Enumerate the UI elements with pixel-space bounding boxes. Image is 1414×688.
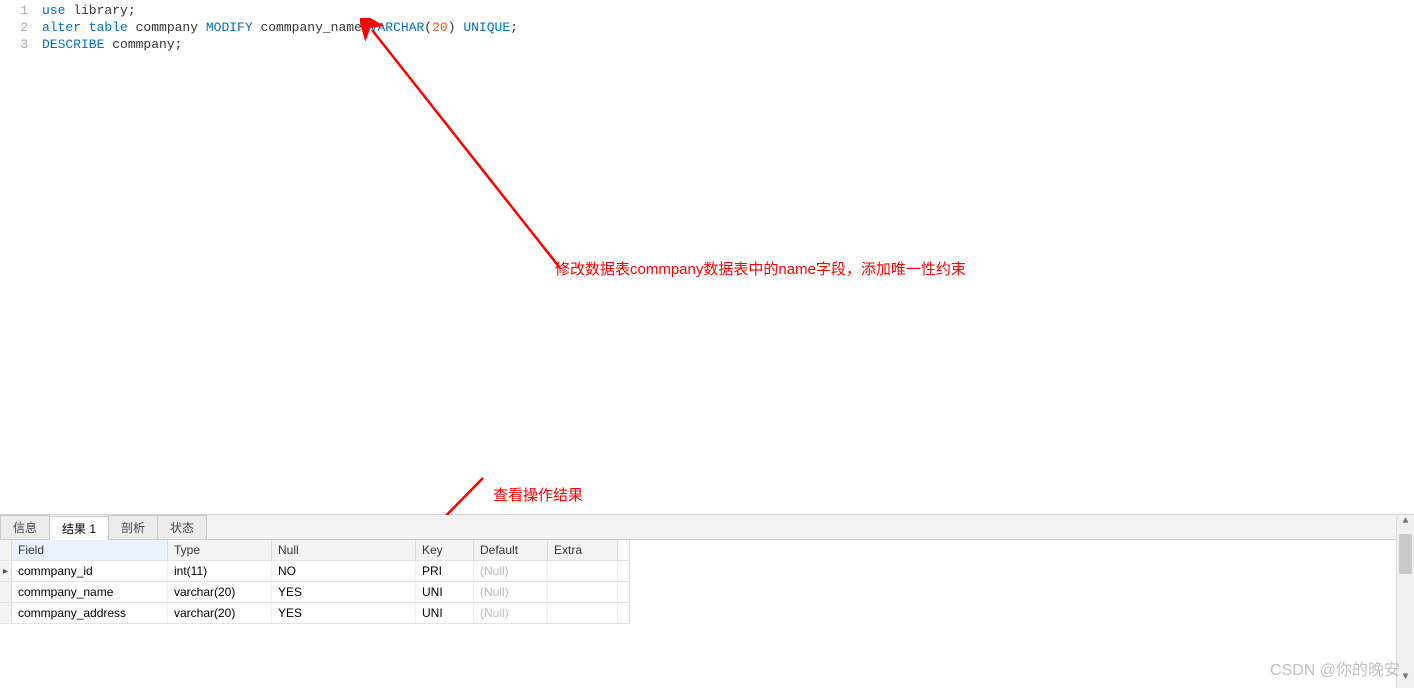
cell-default[interactable]: (Null) (474, 561, 548, 581)
col-header-default[interactable]: Default (474, 540, 548, 560)
cell-field[interactable]: commpany_id (12, 561, 168, 581)
cell-field[interactable]: commpany_name (12, 582, 168, 602)
cell-extra[interactable] (548, 582, 618, 602)
cell-null[interactable]: NO (272, 561, 416, 581)
code-line[interactable]: DESCRIBE commpany; (42, 36, 1414, 53)
col-header-extra[interactable]: Extra (548, 540, 618, 560)
scroll-thumb[interactable] (1399, 534, 1412, 574)
results-tab[interactable]: 状态 (157, 515, 207, 539)
line-number: 2 (0, 19, 28, 36)
cell-key[interactable]: UNI (416, 603, 474, 623)
annotation-text-2: 查看操作结果 (493, 484, 583, 505)
cell-field[interactable]: commpany_address (12, 603, 168, 623)
line-gutter: 123 (0, 2, 42, 53)
cell-extra[interactable] (548, 561, 618, 581)
col-header-field[interactable]: Field (12, 540, 168, 560)
row-handle[interactable]: ▸ (0, 561, 12, 581)
results-tab[interactable]: 结果 1 (49, 516, 109, 540)
col-header-null[interactable]: Null (272, 540, 416, 560)
watermark: CSDN @你的晚安 (1270, 656, 1400, 680)
cell-type[interactable]: int(11) (168, 561, 272, 581)
sql-editor[interactable]: 123 use library;alter table commpany MOD… (0, 0, 1414, 515)
cell-null[interactable]: YES (272, 603, 416, 623)
annotation-arrow-1 (360, 18, 580, 288)
cell-key[interactable]: PRI (416, 561, 474, 581)
cell-null[interactable]: YES (272, 582, 416, 602)
results-tab-strip: 信息结果 1剖析状态 (0, 515, 1414, 540)
code-line[interactable]: use library; (42, 2, 1414, 19)
annotation-text-1: 修改数据表commpany数据表中的name字段，添加唯一性约束 (555, 258, 966, 279)
table-row[interactable]: commpany_addressvarchar(20)YESUNI(Null) (0, 603, 629, 624)
code-lines[interactable]: use library;alter table commpany MODIFY … (42, 2, 1414, 53)
cell-type[interactable]: varchar(20) (168, 603, 272, 623)
scroll-up-button[interactable]: ▲ (1397, 516, 1414, 532)
line-number: 1 (0, 2, 28, 19)
row-handle[interactable] (0, 582, 12, 602)
cell-default[interactable]: (Null) (474, 582, 548, 602)
grid-header-row: Field Type Null Key Default Extra (0, 540, 629, 561)
row-handle[interactable] (0, 603, 12, 623)
line-number: 3 (0, 36, 28, 53)
results-tab[interactable]: 信息 (0, 515, 50, 539)
table-row[interactable]: commpany_namevarchar(20)YESUNI(Null) (0, 582, 629, 603)
cell-type[interactable]: varchar(20) (168, 582, 272, 602)
row-handle-header (0, 540, 12, 560)
results-tab[interactable]: 剖析 (108, 515, 158, 539)
code-line[interactable]: alter table commpany MODIFY commpany_nam… (42, 19, 1414, 36)
col-header-type[interactable]: Type (168, 540, 272, 560)
cell-default[interactable]: (Null) (474, 603, 548, 623)
col-header-key[interactable]: Key (416, 540, 474, 560)
results-panel: 信息结果 1剖析状态 Field Type Null Key Default E… (0, 515, 1414, 688)
cell-key[interactable]: UNI (416, 582, 474, 602)
cell-extra[interactable] (548, 603, 618, 623)
table-row[interactable]: ▸commpany_idint(11)NOPRI(Null) (0, 561, 629, 582)
results-grid[interactable]: Field Type Null Key Default Extra ▸commp… (0, 540, 630, 624)
